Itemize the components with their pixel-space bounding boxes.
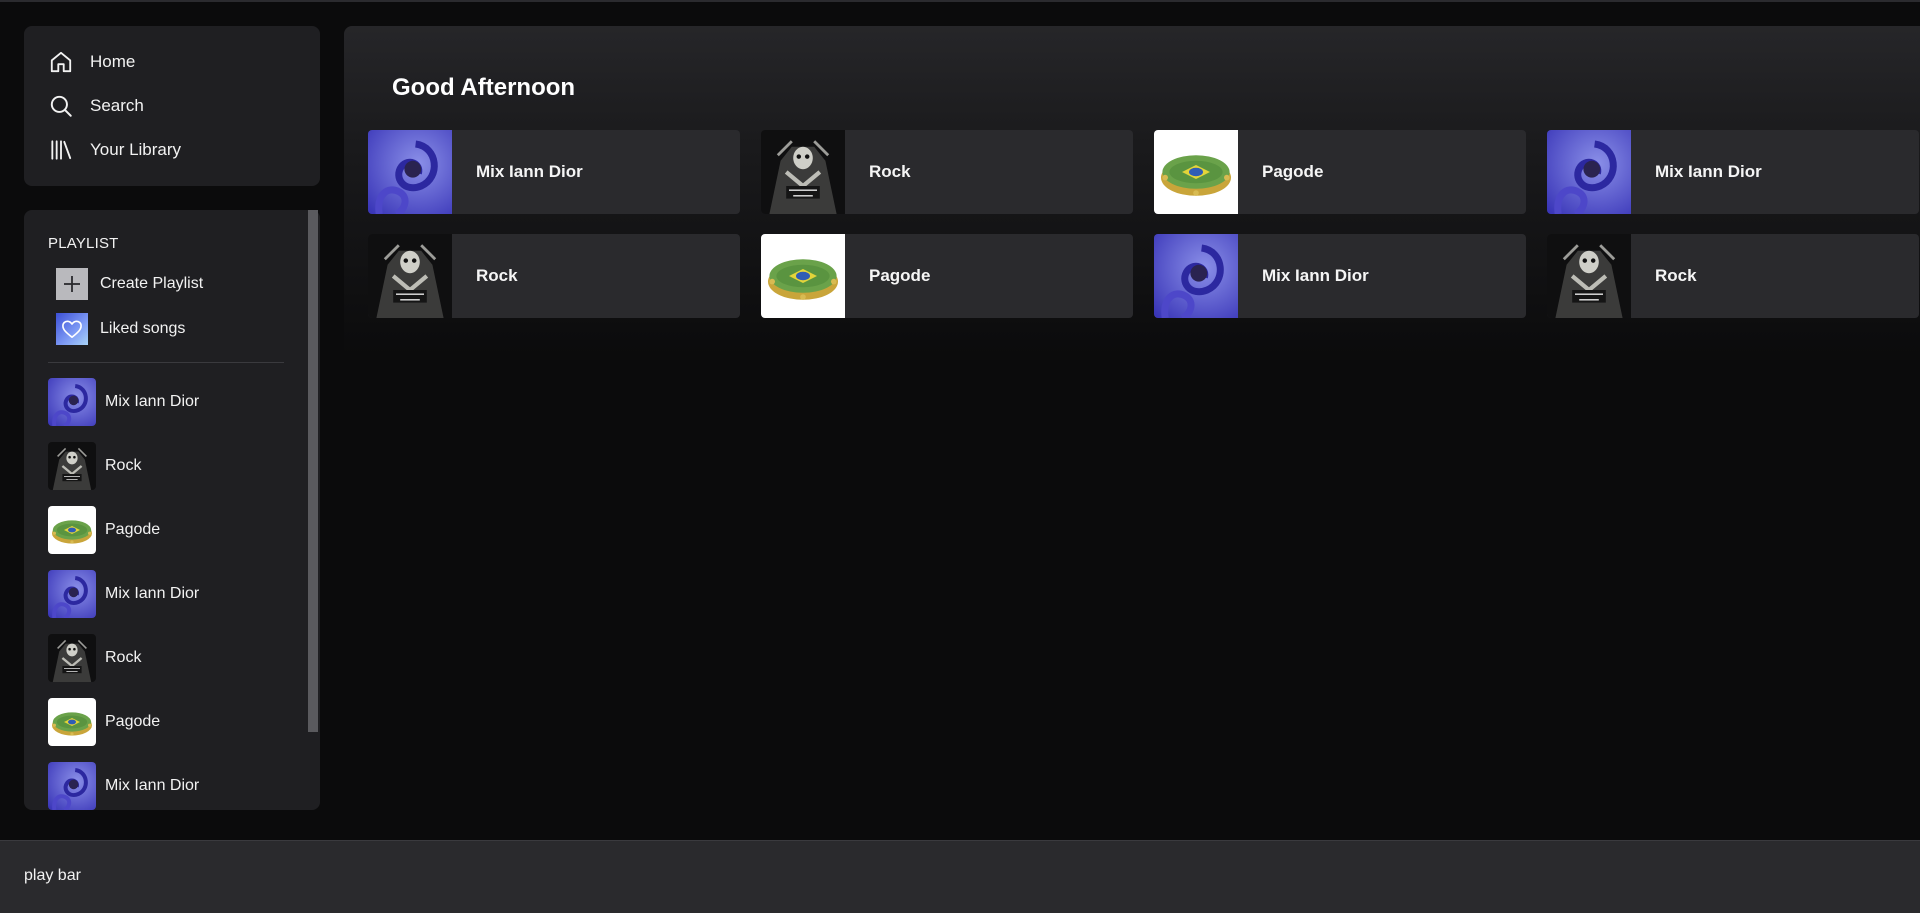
playlist-cover-image bbox=[48, 698, 96, 746]
home-icon bbox=[50, 51, 72, 73]
sidebar-scrollbar[interactable] bbox=[308, 210, 318, 732]
playlist-heading: PLAYLIST bbox=[48, 235, 119, 252]
playlist-cover-image bbox=[48, 442, 96, 490]
sidebar-playlist-label: Pagode bbox=[105, 713, 161, 730]
card-title: Rock bbox=[476, 266, 518, 285]
card-cover-image bbox=[1154, 234, 1238, 318]
quick-pick-card[interactable]: Rock bbox=[368, 234, 740, 318]
card-title: Mix Iann Dior bbox=[476, 162, 583, 181]
card-cover-image bbox=[1547, 130, 1631, 214]
plus-icon bbox=[56, 268, 88, 300]
sidebar-playlist-item[interactable]: Mix Iann Dior bbox=[48, 570, 199, 618]
page-title: Good Afternoon bbox=[392, 74, 576, 101]
sidebar-playlist-label: Mix Iann Dior bbox=[105, 585, 200, 602]
sidebar-playlist-label: Mix Iann Dior bbox=[105, 393, 200, 410]
card-title: Mix Iann Dior bbox=[1655, 162, 1762, 181]
sidebar-playlist-label: Rock bbox=[105, 649, 142, 666]
nav-home-label: Home bbox=[90, 52, 136, 71]
card-cover-image bbox=[1154, 130, 1238, 214]
sidebar-playlist-label: Rock bbox=[105, 457, 142, 474]
quick-pick-card[interactable]: Mix Iann Dior bbox=[1547, 130, 1919, 214]
quick-pick-card[interactable]: Rock bbox=[1547, 234, 1919, 318]
main-nav: Home Search Your Library bbox=[24, 26, 320, 186]
sidebar-playlist-item[interactable]: Rock bbox=[48, 634, 141, 682]
sidebar-playlist-label: Mix Iann Dior bbox=[105, 777, 200, 794]
card-title: Rock bbox=[1655, 266, 1697, 285]
playlist-cover-image bbox=[48, 762, 96, 810]
sidebar-divider bbox=[48, 362, 284, 363]
card-title: Pagode bbox=[1262, 162, 1324, 181]
search-icon bbox=[50, 95, 72, 117]
nav-home[interactable]: Home bbox=[48, 47, 135, 77]
sidebar-playlist-item[interactable]: Pagode bbox=[48, 698, 160, 746]
library-icon bbox=[51, 140, 72, 160]
card-title: Mix Iann Dior bbox=[1262, 266, 1369, 285]
playlist-cover-image bbox=[48, 570, 96, 618]
card-title: Pagode bbox=[869, 266, 931, 285]
card-cover-image bbox=[368, 234, 452, 318]
create-playlist-button[interactable]: Create Playlist bbox=[56, 268, 203, 300]
sidebar-playlist-item[interactable]: Mix Iann Dior bbox=[48, 762, 199, 810]
quick-pick-card[interactable]: Pagode bbox=[761, 234, 1133, 318]
card-cover-image bbox=[368, 130, 452, 214]
sidebar-playlist-item[interactable]: Pagode bbox=[48, 506, 160, 554]
quick-pick-card[interactable]: Pagode bbox=[1154, 130, 1526, 214]
nav-library-label: Your Library bbox=[90, 140, 182, 159]
card-cover-image bbox=[761, 234, 845, 318]
liked-songs-button[interactable]: Liked songs bbox=[56, 313, 185, 345]
sidebar-playlist-item[interactable]: Mix Iann Dior bbox=[48, 378, 199, 426]
quick-pick-card[interactable]: Mix Iann Dior bbox=[1154, 234, 1526, 318]
create-playlist-label: Create Playlist bbox=[100, 275, 204, 292]
nav-search[interactable]: Search bbox=[48, 91, 144, 121]
play-bar[interactable]: play bar bbox=[0, 840, 1920, 913]
playlist-cover-image bbox=[48, 634, 96, 682]
playlist-cover-image bbox=[48, 506, 96, 554]
window-top-border bbox=[0, 0, 1920, 2]
liked-songs-label: Liked songs bbox=[100, 320, 186, 337]
card-cover-image bbox=[1547, 234, 1631, 318]
nav-search-label: Search bbox=[90, 96, 144, 115]
play-bar-label: play bar bbox=[24, 867, 81, 884]
playlist-sidebar[interactable]: PLAYLIST Create Playlist Liked songs Mix… bbox=[24, 210, 320, 810]
card-title: Rock bbox=[869, 162, 911, 181]
sidebar-playlist-label: Pagode bbox=[105, 521, 161, 538]
sidebar-playlist-item[interactable]: Rock bbox=[48, 442, 141, 490]
quick-pick-card[interactable]: Rock bbox=[761, 130, 1133, 214]
main-content: Good Afternoon Mix Iann Dior Rock Pagode Mi… bbox=[344, 26, 1920, 810]
nav-library[interactable]: Your Library bbox=[48, 135, 181, 165]
playlist-cover-image bbox=[48, 378, 96, 426]
card-cover-image bbox=[761, 130, 845, 214]
heart-icon bbox=[56, 313, 88, 345]
quick-pick-card[interactable]: Mix Iann Dior bbox=[368, 130, 740, 214]
